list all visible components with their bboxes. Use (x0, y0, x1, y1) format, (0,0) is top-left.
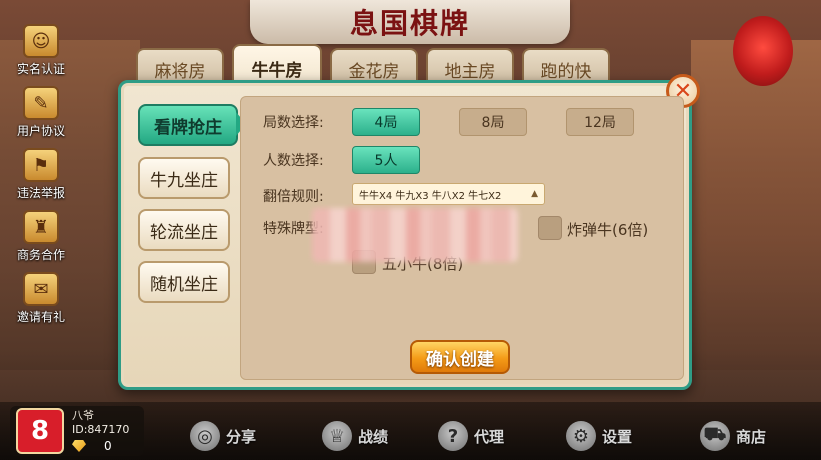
nav-settings[interactable]: ⚙ 设置 (566, 418, 632, 454)
caret-up-icon: ▲ (531, 189, 538, 199)
side-item-label: 邀请有礼 (16, 310, 65, 324)
police-badge-icon: ⚑ (23, 148, 59, 182)
rounds-option-12[interactable]: 12局 (566, 108, 634, 136)
nav-label: 代理 (474, 427, 505, 446)
mode-lunliu-zuozhuang[interactable]: 轮流坐庄 (138, 209, 230, 251)
profile-id: ID:847170 (72, 423, 130, 436)
id-card-icon: ☺ (23, 24, 59, 58)
cart-icon: ⛟ (700, 421, 730, 451)
gear-icon: ⚙ (566, 421, 596, 451)
handshake-icon: ♜ (23, 210, 59, 244)
side-item-label: 商务合作 (16, 248, 65, 262)
nav-shop[interactable]: ⛟ 商店 (700, 418, 766, 454)
players-option-5[interactable]: 5人 (352, 146, 420, 174)
rounds-option-4[interactable]: 4局 (352, 108, 420, 136)
bomb-niu-checkbox[interactable] (538, 216, 562, 240)
red-lantern-decoration (733, 16, 793, 86)
nav-label: 设置 (602, 427, 633, 446)
diamond-count: 0 (104, 439, 112, 453)
question-icon: ? (438, 421, 468, 451)
mode-niujiu-zuozhuang[interactable]: 牛九坐庄 (138, 157, 230, 199)
side-item-report[interactable]: ⚑ 违法举报 (6, 148, 76, 203)
nav-agent[interactable]: ? 代理 (438, 418, 504, 454)
players-label: 人数选择: (263, 153, 324, 169)
app-title: 息国棋牌 (349, 7, 470, 40)
side-item-invite[interactable]: ✉ 邀请有礼 (6, 272, 76, 327)
mode-suiji-zuozhuang[interactable]: 随机坐庄 (138, 261, 230, 303)
multiplier-value: 牛牛X4 牛九X3 牛八X2 牛七X2 (359, 190, 502, 202)
side-item-label: 违法举报 (16, 186, 65, 200)
profile-name: 八爷 (72, 409, 94, 422)
nav-label: 分享 (226, 427, 257, 446)
multiplier-select[interactable]: 牛牛X4 牛九X3 牛八X2 牛七X2 ▲ (352, 183, 545, 205)
mode-kanpai-qiangzhuang[interactable]: 看牌抢庄 (138, 104, 238, 146)
side-item-real-name[interactable]: ☺ 实名认证 (6, 24, 76, 79)
rounds-option-8[interactable]: 8局 (459, 108, 527, 136)
title-plate: 息国棋牌 (250, 0, 570, 44)
privacy-blur-overlay (312, 208, 518, 262)
nav-label: 商店 (736, 427, 767, 446)
side-item-business[interactable]: ♜ 商务合作 (6, 210, 76, 265)
clipboard-icon: ✎ (23, 86, 59, 120)
side-item-user-agreement[interactable]: ✎ 用户协议 (6, 86, 76, 141)
nav-share[interactable]: ◎ 分享 (190, 418, 256, 454)
trophy-icon: ♕ (322, 421, 352, 451)
side-item-label: 用户协议 (16, 124, 65, 138)
avatar[interactable]: 8 (16, 408, 64, 454)
side-item-label: 实名认证 (16, 62, 65, 76)
rounds-label: 局数选择: (263, 115, 324, 131)
multiplier-label: 翻倍规则: (263, 189, 324, 205)
background-building-right (691, 40, 821, 370)
share-icon: ◎ (190, 421, 220, 451)
confirm-create-button[interactable]: 确认创建 (410, 340, 510, 374)
bomb-niu-label: 炸弹牛(6倍) (567, 221, 649, 239)
nav-label: 战绩 (358, 427, 389, 446)
gift-icon: ✉ (23, 272, 59, 306)
nav-records[interactable]: ♕ 战绩 (322, 418, 388, 454)
